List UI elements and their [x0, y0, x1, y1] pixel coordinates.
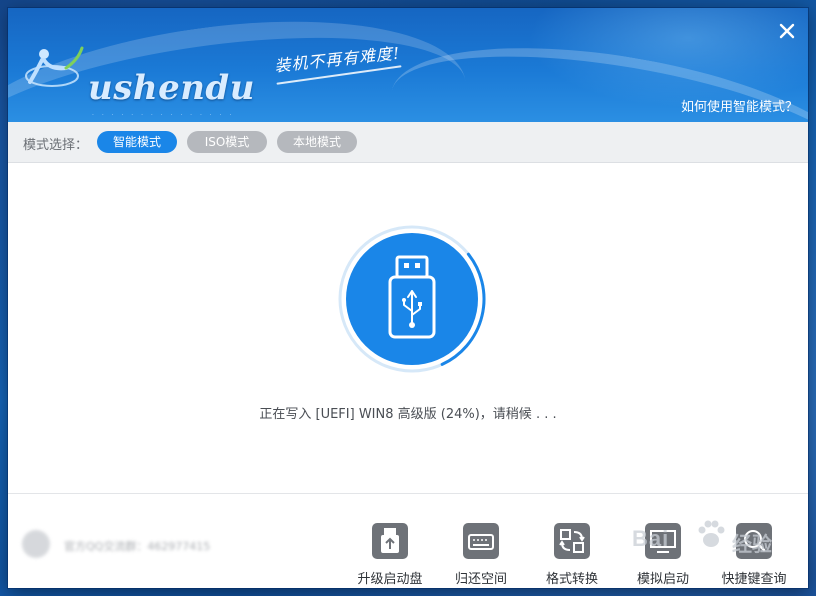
logo-figure-icon — [25, 46, 84, 87]
tab-local-mode[interactable]: 本地模式 — [277, 131, 357, 153]
upgrade-boot-disk-button[interactable]: 升级启动盘 — [348, 516, 432, 587]
simulate-boot-button[interactable]: 模拟启动 — [621, 516, 705, 587]
ushendu-logo: ushendu · · · · · · · · · · · · · · · — [22, 38, 254, 119]
upgrade-boot-disk-label: 升级启动盘 — [357, 572, 423, 587]
logo-tagline: · · · · · · · · · · · · · · · — [92, 112, 235, 119]
format-convert-icon — [554, 523, 590, 559]
close-button[interactable] — [776, 20, 798, 42]
qq-group-text: 官方QQ交流群：462977415 — [64, 540, 211, 553]
close-icon — [779, 23, 795, 39]
app-window: ushendu · · · · · · · · · · · · · · · 装机… — [8, 8, 808, 588]
tab-iso-mode[interactable]: ISO模式 — [187, 131, 267, 153]
format-convert-label: 格式转换 — [545, 572, 598, 587]
hotkey-search-icon — [736, 523, 772, 559]
tab-smart-mode[interactable]: 智能模式 — [97, 131, 177, 153]
hotkey-query-button[interactable]: 快捷键查询 — [712, 516, 796, 587]
app-header: ushendu · · · · · · · · · · · · · · · 装机… — [8, 8, 808, 122]
mode-selector-label: 模式选择： — [23, 138, 89, 153]
write-status-text: 正在写入 [UEFI] WIN8 高级版 (24%)，请稍候 . . . — [259, 407, 557, 422]
qq-icon — [22, 530, 50, 558]
usb-upgrade-icon — [372, 523, 408, 559]
simulate-boot-icon — [645, 523, 681, 559]
restore-space-button[interactable]: 归还空间 — [439, 516, 523, 587]
hotkey-query-label: 快捷键查询 — [721, 572, 787, 587]
footer-toolbar: 官方QQ交流群：462977415 升级启动盘 归还空间 格式转换 模拟启动 快… — [8, 493, 808, 588]
restore-space-label: 归还空间 — [454, 572, 507, 587]
logo-wordmark: ushendu — [88, 68, 255, 108]
main-panel: 正在写入 [UEFI] WIN8 高级版 (24%)，请稍候 . . . — [8, 163, 808, 493]
format-convert-button[interactable]: 格式转换 — [530, 516, 614, 587]
write-progress-indicator — [336, 223, 488, 375]
disk-restore-icon — [463, 523, 499, 559]
mode-selector-bar: 模式选择： 智能模式 ISO模式 本地模式 — [8, 122, 808, 163]
simulate-boot-label: 模拟启动 — [636, 572, 689, 587]
usb-drive-icon — [338, 225, 486, 373]
help-link[interactable]: 如何使用智能模式？ — [681, 96, 798, 115]
